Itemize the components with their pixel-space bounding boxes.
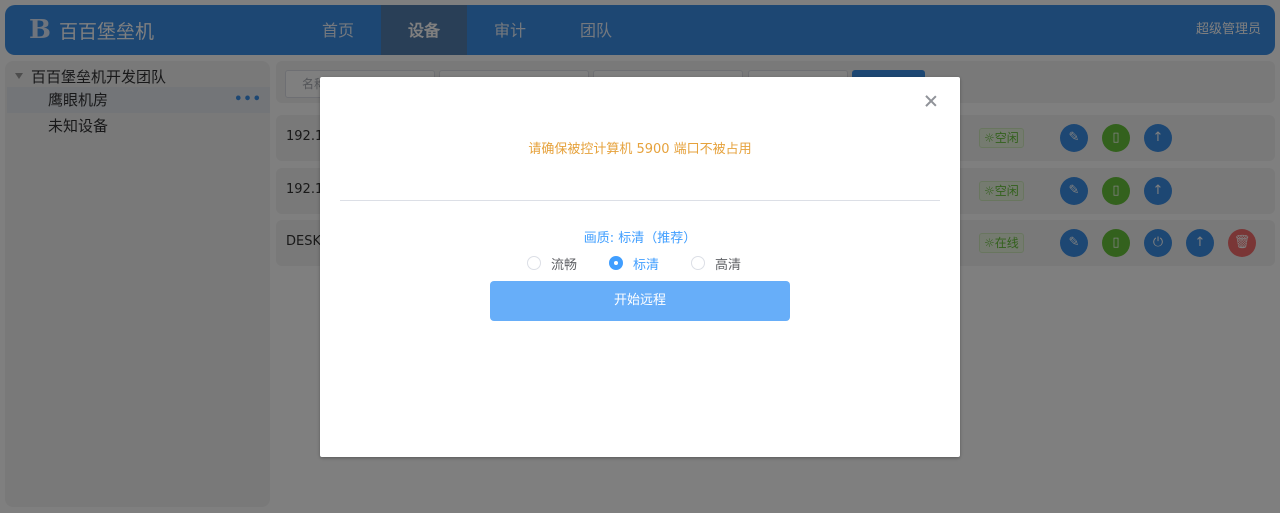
quality-radio-group: 流畅 标清 高清 bbox=[527, 254, 741, 273]
radio-label: 标清 bbox=[633, 257, 660, 273]
quality-label: 画质: 标清（推荐） bbox=[583, 231, 697, 246]
radio-label: 高清 bbox=[715, 257, 742, 273]
radio-standard[interactable]: 标清 bbox=[609, 254, 659, 273]
remote-dialog: 请确保被控计算机 5900 端口不被占用 画质: 标清（推荐） 流畅 标清 高清… bbox=[320, 77, 960, 457]
radio-hd[interactable]: 高清 bbox=[691, 254, 741, 273]
radio-circle-icon[interactable] bbox=[691, 256, 706, 270]
divider bbox=[340, 200, 940, 201]
radio-smooth[interactable]: 流畅 bbox=[527, 254, 577, 273]
radio-label: 流畅 bbox=[551, 257, 578, 273]
close-icon[interactable] bbox=[923, 93, 939, 109]
radio-circle-icon[interactable] bbox=[527, 256, 541, 270]
radio-checked-icon[interactable] bbox=[609, 256, 624, 270]
start-remote-button[interactable]: 开始远程 bbox=[490, 281, 790, 321]
port-warning: 请确保被控计算机 5900 端口不被占用 bbox=[528, 142, 752, 157]
